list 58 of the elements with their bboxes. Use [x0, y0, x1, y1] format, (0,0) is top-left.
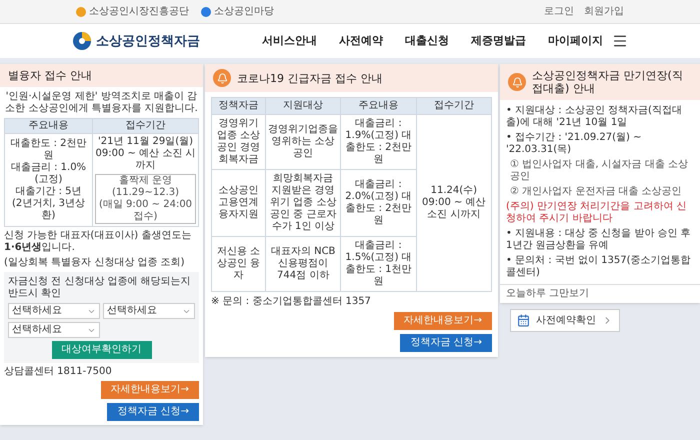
- table-cell: 11.24(수) 09:00 ~ 예산 소진 시까지: [416, 114, 492, 292]
- period-text: '21년 11월 29일(월) 09:00 ~ 예산 소진 시까지: [95, 136, 196, 172]
- table-header: 접수기간: [92, 118, 198, 134]
- site-logo-text: 소상공인정책자금: [96, 34, 200, 48]
- table-cell: 대출금리 : 1.9%(고정) 대출한도 : 2천만원: [340, 114, 416, 170]
- account-link[interactable]: 회원가입: [584, 6, 624, 18]
- bell-icon: [213, 69, 231, 87]
- info-line: (주의) 만기연장 처리기간을 고려하여 신청하여 주시기 바랍니다: [506, 201, 688, 225]
- table-cell: 경영위기업종 소상공인 경영회복자금: [212, 114, 266, 170]
- agency-logo-icon: [201, 6, 211, 16]
- nav-link[interactable]: 대출신청: [405, 35, 449, 47]
- select-field[interactable]: 선택하세요: [103, 303, 195, 319]
- table-cell: 경영위기업종을 영위하는 소상공인: [266, 114, 341, 170]
- table-cell: 대출한도 : 2천만원 대출금리 : 1.0%(고정) 대출기간 : 5년 (2년거치, 3년상환): [4, 134, 92, 226]
- reservation-button[interactable]: 사전예약확인: [510, 309, 620, 332]
- info-line: • 문의처 : 국번 없이 1357(중소기업통합콜센터): [506, 255, 692, 279]
- period-box: 홀짝제 운영 (11.29~12.3) (매일 9:00 ~ 24:00 접수): [95, 174, 196, 224]
- info-line: • 지원내용 : 대상 중 신청을 받아 승인 후 1년간 원금상환을 유예: [506, 228, 692, 252]
- popup-title: 코로나19 긴급자금 접수 안내: [237, 72, 382, 84]
- table-header: 주요내용: [340, 98, 416, 114]
- info-line: ② 개인사업자 운전자금 대출 소상공인: [509, 186, 683, 198]
- lookup-note: 자금신청 전 신청대상 업종에 해당되는지 반드시 확인: [8, 276, 192, 300]
- contact-text: 상담콜센터 1811-7500: [4, 366, 113, 378]
- agency-logo-icon: [76, 6, 86, 16]
- calendar-icon: [517, 314, 530, 327]
- action-button[interactable]: 정책자금 신청→: [400, 334, 492, 352]
- agency-link[interactable]: 소상공인시장진흥공단: [76, 6, 189, 18]
- inquiry-text: ※ 문의 : 중소기업통합콜센터 1357: [211, 296, 372, 308]
- table-header: 정책자금: [212, 98, 266, 114]
- check-button[interactable]: 대상여부확인하기: [52, 341, 152, 359]
- table-cell: 대표자의 NCB 신용평점이 744점 이하: [266, 236, 341, 292]
- popup-intro: '인원·시설운영 제한' 방역조치로 매출이 감소한 소상공인에게 특별융자를 지원합니다.: [4, 91, 199, 115]
- info-line: • 지원대상 : 소상공인 정책자금(직접대출)에 대해 '21년 10월 1일: [506, 105, 683, 129]
- popup-title: 별융자 접수 안내: [8, 69, 92, 82]
- account-link[interactable]: 로그인: [544, 6, 574, 18]
- popup-title: 소상공인정책자금 만기연장(직접대출) 안내: [532, 69, 684, 95]
- lookup-title: (일상회복 특별융자 신청대상 업종 조회): [4, 257, 186, 269]
- info-line: • 접수기간 : '21.09.27(월) ~ '22.03.31(목): [506, 132, 642, 156]
- bell-icon: [508, 73, 526, 91]
- table-cell: 소상공인 고용연계 융자지원: [212, 170, 266, 236]
- table-cell: 희망회복자금 지원받은 경영위기 업종 소상공인 중 근로자수가 1인 이상: [266, 170, 341, 236]
- nav-link[interactable]: 제증명발급: [471, 35, 526, 47]
- table-cell: 저신용 소상공인 융자: [212, 236, 266, 292]
- logo-icon: [72, 31, 92, 51]
- nav-link[interactable]: 마이페이지: [548, 35, 603, 47]
- select-field[interactable]: 선택하세요: [8, 322, 100, 338]
- select-field[interactable]: 선택하세요: [8, 303, 100, 319]
- info-line: ① 법인사업자 대출, 시설자금 대출 소상공인: [509, 159, 690, 183]
- dismiss-link[interactable]: 오늘하루 그만보기: [506, 288, 590, 299]
- notice-text: 신청 가능한 대표자(대표이사) 출생연도는 1·6년생입니다.: [4, 230, 192, 254]
- agency-link[interactable]: 소상공인마당: [201, 6, 274, 18]
- table-header: 접수기간: [416, 98, 492, 114]
- nav-link[interactable]: 서비스안내: [262, 35, 317, 47]
- menu-icon[interactable]: [612, 33, 628, 49]
- table-header: 지원대상: [266, 98, 341, 114]
- action-button[interactable]: 정책자금 신청→: [107, 403, 199, 421]
- table-header: 주요내용: [4, 118, 92, 134]
- nav-link[interactable]: 사전예약: [339, 35, 383, 47]
